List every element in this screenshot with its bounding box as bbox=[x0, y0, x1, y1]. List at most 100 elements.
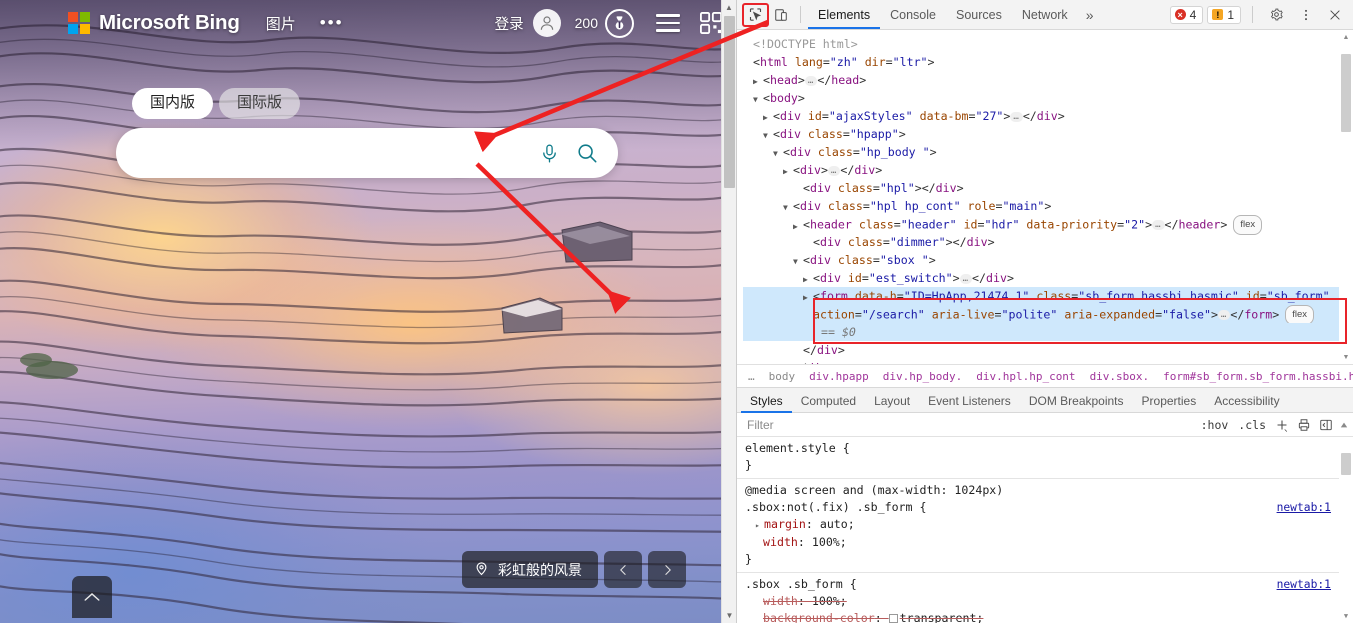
styles-tab-computed[interactable]: Computed bbox=[792, 388, 865, 413]
styles-tab-styles[interactable]: Styles bbox=[741, 388, 792, 413]
chevron-left-icon[interactable] bbox=[604, 551, 642, 588]
microsoft-bing-logo[interactable]: Microsoft Bing bbox=[68, 11, 240, 35]
css-origin-link[interactable]: newtab:1 bbox=[1277, 576, 1331, 593]
css-selector-line[interactable]: .sbox:not(.fix) .sb_form { bbox=[737, 499, 1353, 516]
hov-toggle-button[interactable]: :hov bbox=[1196, 418, 1234, 432]
styles-tab-properties[interactable]: Properties bbox=[1133, 388, 1206, 413]
version-pill-domestic[interactable]: 国内版 bbox=[132, 88, 214, 119]
page-scrollbar[interactable]: ▲ ▼ bbox=[721, 0, 736, 623]
breadcrumb-item[interactable]: div.hpapp bbox=[802, 370, 876, 383]
breadcrumb-item[interactable]: form#sb_form.sb_form.hassbi.hasmic bbox=[1156, 370, 1353, 383]
dom-tree[interactable]: <!DOCTYPE html> <html lang="zh" dir="ltr"… bbox=[737, 30, 1353, 364]
dom-node-line[interactable]: ▶ <div>… </div> bbox=[743, 161, 1353, 179]
rewards-medal-icon[interactable] bbox=[605, 8, 634, 38]
css-selector-line[interactable]: .sbox .sb_form { bbox=[737, 576, 1353, 593]
scrollbar-down-arrow[interactable]: ▼ bbox=[722, 608, 736, 623]
css-declaration[interactable]: ▸ margin: auto; bbox=[737, 516, 1353, 534]
selected-dom-node-line[interactable]: ▶ <form data-h="ID=HpApp,21474.1" class="… bbox=[743, 287, 1353, 305]
toggle-sidebar-icon[interactable] bbox=[1315, 415, 1337, 435]
dom-node-line[interactable]: ▶ <head>… </head> bbox=[743, 71, 1353, 89]
dom-node-line[interactable]: <!DOCTYPE html> bbox=[743, 35, 1353, 53]
nav-item-more[interactable]: ••• bbox=[320, 14, 344, 31]
tab-network[interactable]: Network bbox=[1012, 0, 1078, 29]
toolbar-divider bbox=[800, 6, 801, 23]
dom-tree-pane[interactable]: <!DOCTYPE html> <html lang="zh" dir="ltr"… bbox=[737, 30, 1353, 364]
dom-node-line[interactable]: ▶ <div id="ajaxStyles" data-bm="27">… </di… bbox=[743, 107, 1353, 125]
dom-node-line[interactable]: ▼ <div class="hp_body "> bbox=[743, 143, 1353, 161]
css-declaration[interactable]: width: 100%; bbox=[737, 593, 1353, 610]
microphone-icon[interactable] bbox=[530, 134, 568, 172]
dom-scroll-thumb[interactable] bbox=[1341, 54, 1351, 132]
dom-node-line[interactable]: <div class="hpl"></div> bbox=[743, 179, 1353, 197]
css-selector-line[interactable]: } bbox=[737, 457, 1353, 474]
dom-node-line[interactable]: <html lang="zh" dir="ltr"> bbox=[743, 53, 1353, 71]
qr-code-icon[interactable] bbox=[700, 11, 722, 34]
more-tabs-chevron-icon[interactable]: » bbox=[1078, 7, 1102, 23]
css-declaration[interactable]: background-color: transparent; bbox=[737, 610, 1353, 623]
location-pin-icon bbox=[474, 561, 489, 579]
gear-icon[interactable] bbox=[1264, 4, 1289, 26]
css-scroll-down-arrow[interactable]: ▼ bbox=[1339, 609, 1353, 623]
add-rule-icon[interactable] bbox=[1271, 415, 1293, 435]
breadcrumb-item[interactable]: div.hp_body. bbox=[876, 370, 969, 383]
css-scroll-thumb[interactable] bbox=[1341, 453, 1351, 475]
breadcrumb-item[interactable]: div.hpl.hp_cont bbox=[969, 370, 1082, 383]
styles-tab-dom-breakpoints[interactable]: DOM Breakpoints bbox=[1020, 388, 1133, 413]
nav-item-images[interactable]: 图片 bbox=[266, 13, 296, 34]
dom-node-line[interactable]: ▼ <div class="hpapp"> bbox=[743, 125, 1353, 143]
dom-tree-scrollbar[interactable]: ▲ ▼ bbox=[1339, 30, 1353, 364]
selected-dom-node-line[interactable]: action="/search" aria-live="polite" aria… bbox=[743, 305, 1353, 325]
breadcrumb-item[interactable]: div.sbox. bbox=[1083, 370, 1157, 383]
more-options-icon[interactable] bbox=[1293, 4, 1318, 26]
tab-sources[interactable]: Sources bbox=[946, 0, 1012, 29]
dom-node-line[interactable]: ▶ <div id="est_switch">… </div> bbox=[743, 269, 1353, 287]
tab-console[interactable]: Console bbox=[880, 0, 946, 29]
scrollbar-up-arrow[interactable]: ▲ bbox=[722, 0, 736, 15]
close-icon[interactable] bbox=[1322, 4, 1347, 26]
person-icon[interactable] bbox=[532, 9, 561, 37]
print-media-icon[interactable] bbox=[1293, 415, 1315, 435]
css-rules-scrollbar[interactable]: ▼ bbox=[1339, 437, 1353, 623]
css-declaration[interactable]: width: 100%; bbox=[737, 534, 1353, 551]
dom-node-line[interactable]: ▼ <body> bbox=[743, 89, 1353, 107]
warning-count-badge[interactable]: ! 1 bbox=[1207, 5, 1241, 24]
toolbar-divider-2 bbox=[1252, 6, 1253, 23]
dom-scroll-up-arrow[interactable]: ▲ bbox=[1339, 30, 1353, 44]
error-count-badge[interactable]: × 4 bbox=[1169, 5, 1204, 24]
css-rules-pane[interactable]: element.style {} newtab:1 @media screen an… bbox=[737, 437, 1353, 623]
tab-elements[interactable]: Elements bbox=[808, 0, 880, 29]
dom-scroll-down-arrow[interactable]: ▼ bbox=[1339, 350, 1353, 364]
chevron-right-icon[interactable] bbox=[648, 551, 686, 588]
css-selector-line[interactable]: @media screen and (max-width: 1024px) bbox=[737, 482, 1353, 499]
breadcrumb-item[interactable]: … bbox=[741, 370, 762, 383]
styles-tab-accessibility[interactable]: Accessibility bbox=[1205, 388, 1288, 413]
css-origin-link[interactable]: newtab:1 bbox=[1277, 499, 1331, 516]
dom-node-line[interactable]: <div class="dimmer"></div> bbox=[743, 233, 1353, 251]
styles-scroll-up-arrow[interactable] bbox=[1337, 415, 1351, 435]
styles-filter-input[interactable] bbox=[739, 413, 1196, 436]
breadcrumb[interactable]: … body div.hpapp div.hp_body. div.hpl.hp_con… bbox=[737, 364, 1353, 387]
styles-tab-event-listeners[interactable]: Event Listeners bbox=[919, 388, 1020, 413]
sign-in-link[interactable]: 登录 bbox=[495, 13, 524, 34]
device-toolbar-icon[interactable] bbox=[768, 4, 793, 26]
search-form[interactable] bbox=[116, 128, 618, 178]
hamburger-menu-icon[interactable] bbox=[656, 14, 680, 32]
chevron-up-icon[interactable] bbox=[72, 576, 112, 618]
search-input[interactable] bbox=[116, 128, 530, 178]
dom-node-line[interactable]: ▼ <div class="sbox "> bbox=[743, 251, 1353, 269]
dom-node-line[interactable]: </div> bbox=[743, 341, 1353, 359]
css-selector-line[interactable]: } bbox=[737, 551, 1353, 568]
styles-tab-layout[interactable]: Layout bbox=[865, 388, 919, 413]
breadcrumb-item[interactable]: body bbox=[762, 370, 803, 383]
inspect-element-icon[interactable] bbox=[742, 2, 769, 27]
cls-toggle-button[interactable]: .cls bbox=[1233, 418, 1271, 432]
image-caption[interactable]: 彩虹般的风景 bbox=[462, 551, 598, 588]
dom-node-line[interactable]: </div> bbox=[743, 359, 1353, 364]
dom-node-line[interactable]: ▼ <div class="hpl hp_cont" role="main"> bbox=[743, 197, 1353, 215]
selected-dom-node-line[interactable]: == $0 bbox=[743, 323, 1353, 341]
version-pill-international[interactable]: 国际版 bbox=[219, 88, 301, 119]
search-magnifier-icon[interactable] bbox=[568, 134, 606, 172]
css-selector-line[interactable]: element.style { bbox=[737, 440, 1353, 457]
scrollbar-thumb[interactable] bbox=[724, 16, 735, 188]
dom-node-line[interactable]: ▶ <header class="header" id="hdr" data-pr… bbox=[743, 215, 1353, 235]
